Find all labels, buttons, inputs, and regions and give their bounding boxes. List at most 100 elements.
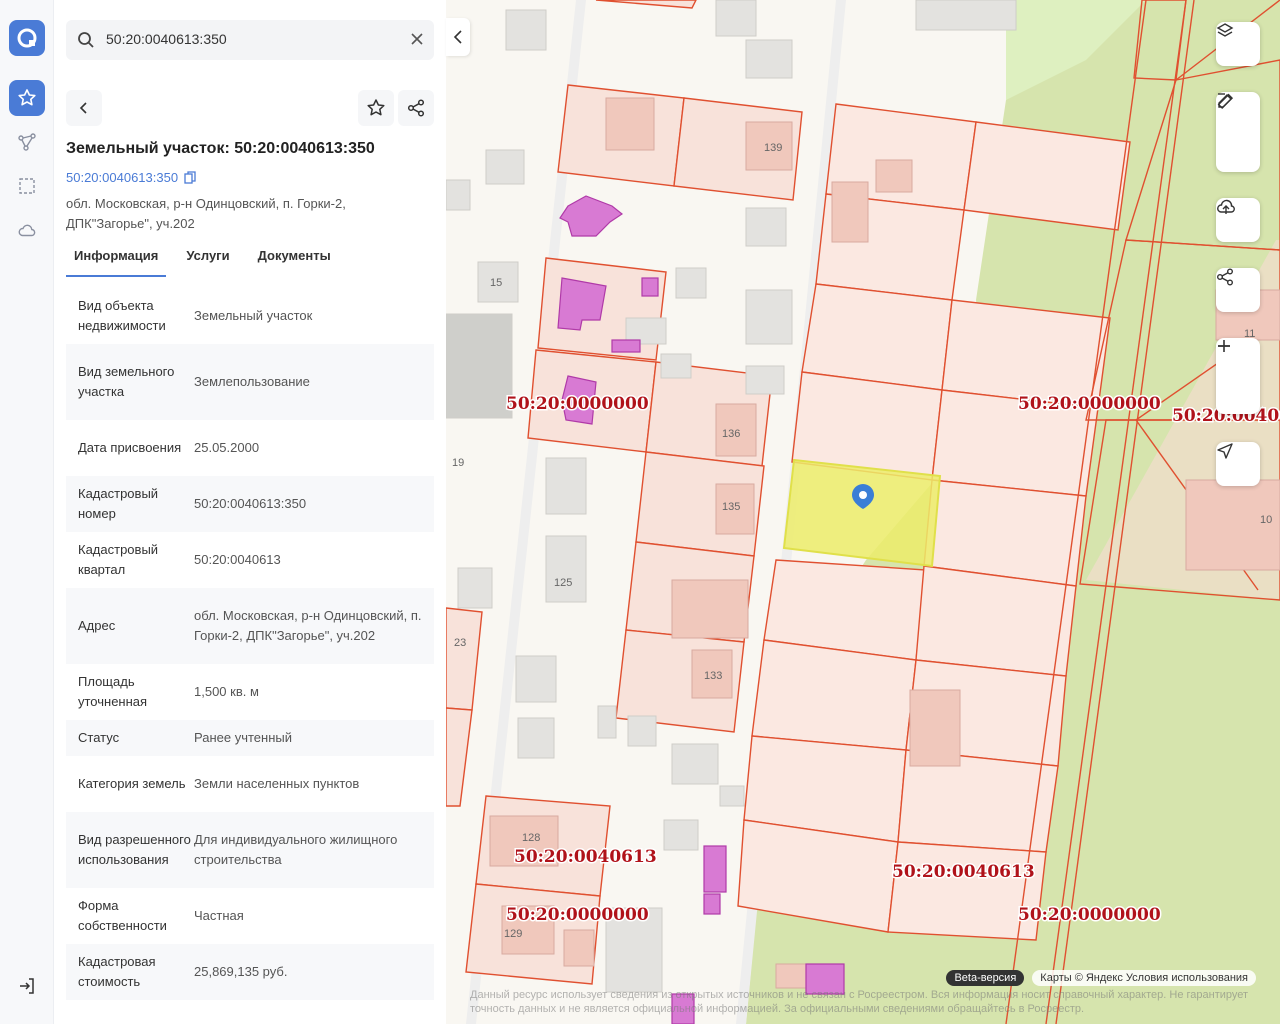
beta-badge: Beta-версия	[946, 970, 1025, 986]
house-number: 19	[452, 457, 464, 469]
quarter-label: 50:20:0000000	[1018, 905, 1161, 925]
draw-button[interactable]	[1216, 93, 1260, 168]
chevron-left-icon	[453, 30, 462, 44]
info-row: Кадастровый квартал 50:20:0040613	[66, 532, 434, 588]
layers-button[interactable]	[1216, 22, 1260, 66]
navigation-arrow-icon	[1217, 443, 1233, 459]
info-row: Статус Ранее учтенный	[66, 720, 434, 756]
house-number: 136	[722, 428, 740, 440]
collapse-panel-button[interactable]	[446, 18, 470, 56]
map-canvas[interactable]: 50:20:0000000 50:20:0000000 50:20:004061…	[446, 0, 1280, 1024]
info-value: 50:20:0040613:350	[194, 496, 307, 511]
edit-icon	[1218, 93, 1232, 108]
tab-info[interactable]: Информация	[66, 244, 167, 277]
attribution-link[interactable]: Карты © Яндекс Условия использования	[1032, 970, 1256, 986]
disclaimer-text: Данный ресурс использует сведения из отк…	[470, 989, 1249, 1015]
info-row: Категория земель Земли населенных пунктов	[66, 756, 434, 812]
tools-group	[1216, 92, 1260, 172]
info-key: Адрес	[78, 618, 116, 633]
route-icon[interactable]	[9, 124, 45, 160]
info-value: Ранее учтенный	[194, 730, 292, 745]
clear-search-icon[interactable]	[410, 32, 424, 51]
favorites-star-icon[interactable]	[9, 80, 45, 116]
info-row: Адрес обл. Московская, р-н Одинцовский, п…	[66, 588, 434, 664]
cadastral-number-link[interactable]: 50:20:0040613:350	[66, 170, 196, 185]
info-value: Землепользование	[194, 374, 310, 389]
quarter-label: 50:20:0000000	[506, 394, 649, 414]
copy-icon	[184, 171, 196, 184]
info-key: Кадастровый квартал	[78, 542, 159, 577]
search-icon	[77, 31, 95, 54]
house-number: 10	[1260, 514, 1272, 526]
cadastral-map[interactable]: 50:20:0000000 50:20:0000000 50:20:004061…	[446, 0, 1280, 1024]
upload-button[interactable]	[1216, 198, 1260, 242]
house-number: 139	[764, 142, 782, 154]
house-number: 135	[722, 501, 740, 513]
info-value: Для индивидуального жилищного строительс…	[194, 832, 398, 867]
add-to-favorites-button[interactable]	[358, 90, 394, 126]
tab-bar: Информация Услуги Документы	[66, 244, 351, 277]
search-query[interactable]: 50:20:0040613:350	[106, 31, 227, 47]
object-info-panel: 50:20:0040613:350 Земельный участок: 50:…	[54, 0, 446, 1024]
info-value: 1,500 кв. м	[194, 684, 259, 699]
share-icon	[1217, 268, 1233, 286]
selected-parcel	[782, 458, 942, 568]
house-number: 125	[554, 577, 572, 589]
map-attribution: Beta-версия Карты © Яндекс Условия испол…	[946, 970, 1256, 986]
selection-area-icon[interactable]	[9, 168, 45, 204]
logout-icon[interactable]	[9, 968, 45, 1004]
info-key: Форма собственности	[78, 898, 167, 933]
info-row: Вид разрешенного использования Для индиви…	[66, 812, 434, 888]
star-icon	[367, 99, 385, 116]
info-key: Вид земельного участка	[78, 364, 175, 399]
cadastral-number-text[interactable]: 50:20:0040613:350	[66, 170, 178, 185]
info-row: Кадастровая стоимость 25,869,135 руб.	[66, 944, 434, 1000]
house-number: 15	[490, 277, 502, 289]
info-key: Дата присвоения	[78, 440, 182, 455]
info-value: Частная	[194, 908, 244, 923]
info-key: Кадастровая стоимость	[78, 954, 156, 989]
search-input[interactable]: 50:20:0040613:350	[66, 20, 434, 60]
back-button[interactable]	[66, 90, 102, 126]
info-table: Вид объекта недвижимости Земельный участо…	[66, 288, 434, 1000]
tab-services[interactable]: Услуги	[178, 244, 237, 277]
object-title: Земельный участок: 50:20:0040613:350	[66, 140, 375, 157]
info-row: Форма собственности Частная	[66, 888, 434, 944]
info-row: Вид земельного участка Землепользование	[66, 344, 434, 420]
share-icon	[407, 99, 425, 117]
zoom-out-button[interactable]	[1216, 345, 1260, 412]
house-number: 128	[522, 832, 540, 844]
quarter-label: 50:20:0000000	[506, 905, 649, 925]
info-key: Статус	[78, 730, 120, 745]
info-row: Площадь уточненная 1,500 кв. м	[66, 664, 434, 720]
quarter-label: 50:20:0040613	[514, 847, 657, 867]
house-number: 129	[504, 928, 522, 940]
left-rail	[0, 0, 54, 1024]
info-key: Кадастровый номер	[78, 486, 159, 521]
cloud-icon[interactable]	[9, 212, 45, 248]
info-key: Площадь уточненная	[78, 674, 148, 709]
info-row: Кадастровый номер 50:20:0040613:350	[66, 476, 434, 532]
geolocation-button[interactable]	[1216, 442, 1260, 486]
cloud-upload-icon	[1217, 199, 1235, 214]
info-value: 50:20:0040613	[194, 552, 281, 567]
info-key: Вид объекта недвижимости	[78, 298, 166, 333]
quarter-label: 50:20:0040613	[892, 862, 1035, 882]
quarter-label: 50:20:0000000	[1018, 394, 1161, 414]
house-number: 133	[704, 670, 722, 682]
layers-icon	[1216, 23, 1234, 37]
map-share-button[interactable]	[1216, 268, 1260, 312]
app-logo-icon[interactable]	[9, 20, 45, 56]
info-key: Категория земель	[78, 776, 186, 791]
info-row: Вид объекта недвижимости Земельный участо…	[66, 288, 434, 344]
info-value: 25,869,135 руб.	[194, 964, 288, 979]
share-button[interactable]	[398, 90, 434, 126]
info-row: Дата присвоения 25.05.2000	[66, 420, 434, 476]
tab-documents[interactable]: Документы	[250, 244, 339, 277]
info-value: обл. Московская, р-н Одинцовский, п. Гор…	[194, 608, 422, 643]
info-value: Земельный участок	[194, 308, 313, 323]
info-value: 25.05.2000	[194, 440, 260, 455]
minus-icon	[1218, 345, 1230, 347]
house-number: 23	[454, 637, 466, 649]
info-value: Земли населенных пунктов	[194, 776, 360, 791]
